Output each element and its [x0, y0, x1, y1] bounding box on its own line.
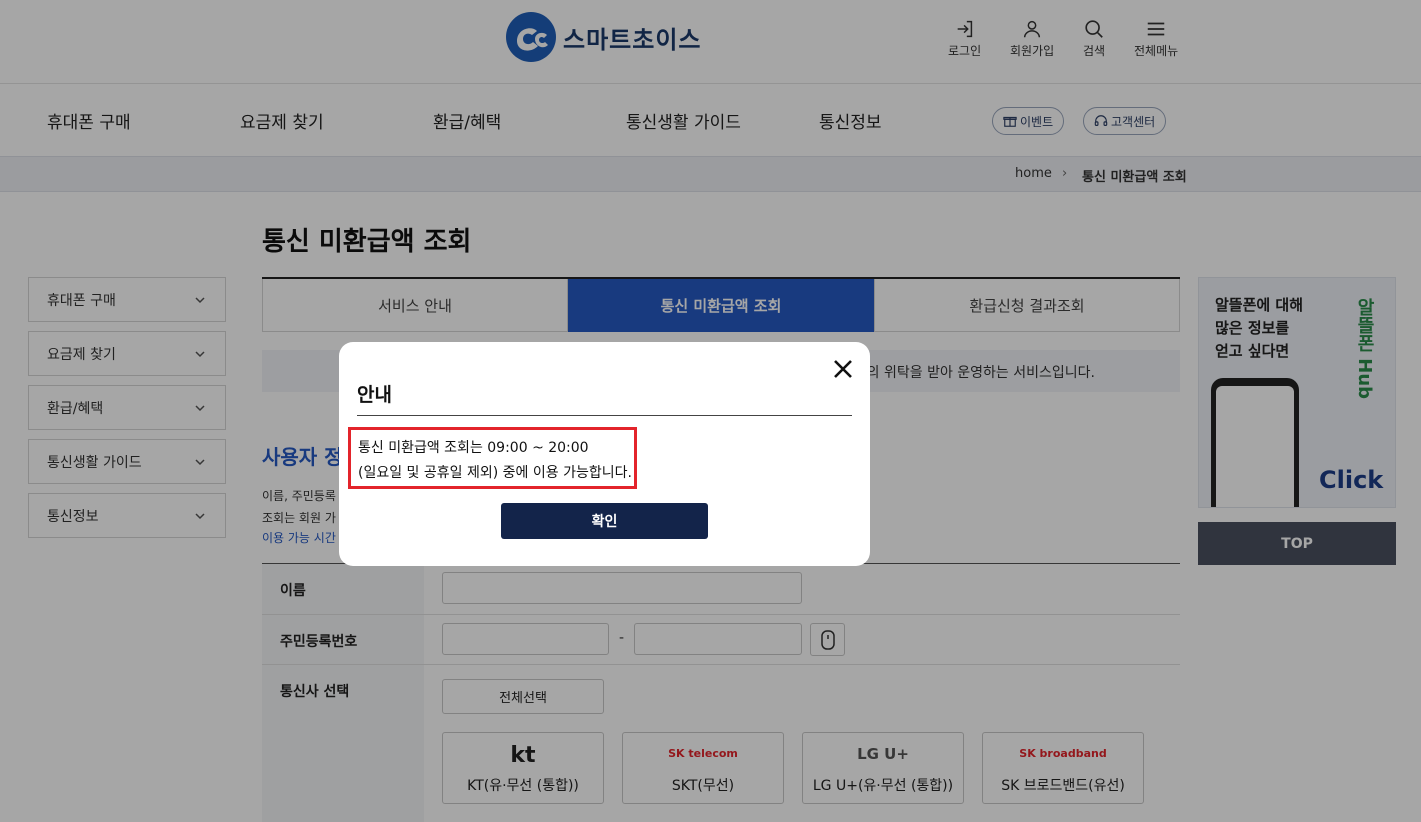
modal-title: 안내	[357, 384, 392, 406]
modal-message-line-2: (일요일 및 공휴일 제외) 중에 이용 가능합니다.	[358, 465, 632, 481]
confirm-button[interactable]: 확인	[501, 503, 708, 539]
notice-modal: 안내 통신 미환급액 조회는 09:00 ~ 20:00 (일요일 및 공휴일 …	[339, 342, 870, 566]
modal-message-line-1: 통신 미환급액 조회는 09:00 ~ 20:00	[358, 440, 589, 456]
modal-message: 통신 미환급액 조회는 09:00 ~ 20:00 (일요일 및 공휴일 제외)…	[358, 436, 632, 486]
modal-divider	[357, 415, 852, 416]
close-icon[interactable]	[832, 358, 854, 380]
